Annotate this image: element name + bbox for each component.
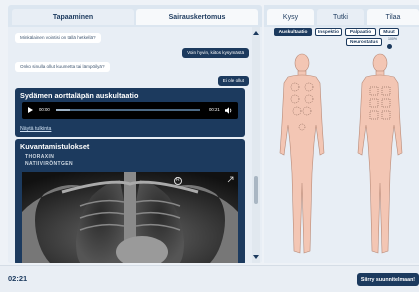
chip-palpaatio[interactable]: Palpaatio — [345, 28, 376, 36]
doctor-message: Minkälainen vointisi on tällä hetkellä? — [15, 33, 101, 43]
tab-kysy[interactable]: Kysy — [267, 9, 314, 25]
imaging-card: Kuvantamistulokset THORAXIN NATIIVIRÖNTG… — [15, 139, 245, 263]
chest-xray-image[interactable]: R — [22, 172, 238, 263]
imaging-subtitle-line2: NATIIVIRÖNTGEN — [25, 161, 74, 167]
auscultation-title: Sydämen aorttaläpän auskultaatio — [20, 91, 139, 100]
patient-message: Voin hyvin, kiitos kysymästä — [182, 48, 249, 58]
tab-tilaa[interactable]: Tilaa — [367, 9, 419, 25]
conversation-panel: Tapaaminen Sairauskertomus Minkälainen v… — [8, 5, 262, 263]
left-tabbar: Tapaaminen Sairauskertomus — [8, 5, 262, 25]
auscultation-card: Sydämen aorttaläpän auskultaatio 00:00 0… — [15, 88, 245, 137]
footer-bar: 02:21 Siirry suunnitelmaan! — [0, 265, 419, 292]
scroll-up-icon[interactable] — [253, 31, 259, 35]
chip-neurostatus[interactable]: Neurostatus — [346, 38, 382, 46]
doctor-message: Onko sinulla ollut kuumetta tai lämpöily… — [15, 62, 110, 72]
expand-icon[interactable] — [227, 176, 234, 183]
tab-sairauskertomus[interactable]: Sairauskertomus — [136, 9, 258, 25]
zoom-label: 100% — [388, 37, 397, 41]
chip-inspektio[interactable]: Inspektio — [315, 28, 342, 36]
chat-scrollbar[interactable] — [252, 27, 260, 263]
chip-auskultaatio[interactable]: Auskultaatio — [274, 28, 312, 36]
play-icon[interactable] — [28, 107, 33, 113]
body-back-figure — [357, 53, 403, 254]
patient-message: Ei ole ollut — [217, 76, 249, 86]
audio-player: 00:00 00:21 — [22, 102, 238, 119]
tab-tutki[interactable]: Tutki — [317, 9, 364, 25]
show-interpretation-link[interactable]: Näytä tulkinta — [20, 126, 51, 132]
body-figures[interactable] — [264, 53, 419, 263]
current-time: 00:00 — [39, 107, 50, 112]
scroll-thumb[interactable] — [254, 176, 258, 204]
chip-muut[interactable]: Muut — [379, 28, 399, 36]
imaging-subtitle-line1: THORAXIN — [25, 154, 55, 160]
body-front-figure — [279, 53, 325, 254]
tab-tapaaminen[interactable]: Tapaaminen — [12, 9, 134, 25]
xray-marker: R — [176, 177, 180, 183]
total-time: 00:21 — [209, 107, 220, 112]
seek-bar-fill — [56, 109, 71, 111]
chat-area: Minkälainen vointisi on tällä hetkellä? … — [8, 27, 262, 263]
app-window: Tapaaminen Sairauskertomus Minkälainen v… — [0, 0, 419, 292]
imaging-title: Kuvantamistulokset — [20, 142, 90, 151]
zoom-handle[interactable] — [387, 44, 392, 49]
next-step-button[interactable]: Siirry suunnitelmaan! — [357, 273, 419, 286]
scroll-down-icon[interactable] — [253, 255, 259, 259]
examination-panel: Kysy Tutki Tilaa Auskultaatio Inspektio … — [264, 5, 419, 263]
session-timer: 02:21 — [8, 274, 28, 283]
volume-icon[interactable] — [225, 107, 233, 114]
seek-bar[interactable] — [56, 109, 200, 111]
